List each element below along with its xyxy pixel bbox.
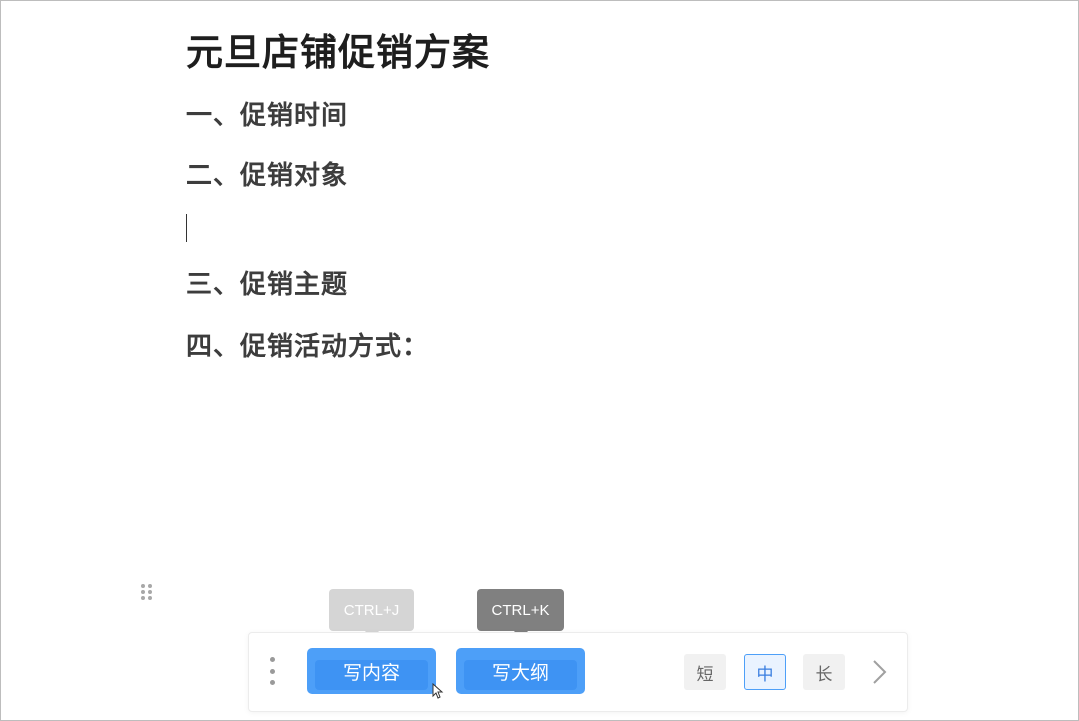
heading-promotion-theme[interactable]: 三、促销主题 [186, 268, 348, 302]
write-content-label: 写内容 [342, 661, 400, 684]
drag-handle-icon[interactable] [141, 584, 153, 600]
tooltip-ctrl-k: CTRL+K [477, 589, 564, 639]
length-short-button[interactable]: 短 [684, 654, 726, 690]
heading-promotion-target[interactable]: 二、促销对象 [186, 159, 348, 193]
length-medium-button[interactable]: 中 [744, 654, 786, 690]
mouse-cursor-icon [432, 682, 444, 699]
heading-promotion-time[interactable]: 一、促销时间 [186, 99, 348, 133]
tooltip-ctrl-j: CTRL+J [329, 589, 414, 639]
vertical-dots-icon[interactable] [268, 657, 276, 685]
write-outline-label: 写大纲 [491, 661, 549, 684]
text-caret [186, 214, 187, 242]
length-long-button[interactable]: 长 [803, 654, 845, 690]
write-content-button[interactable]: 写内容 [307, 648, 436, 694]
heading-promotion-method[interactable]: 四、促销活动方式： [186, 330, 429, 364]
chevron-right-icon[interactable] [868, 658, 890, 686]
write-outline-button[interactable]: 写大纲 [456, 648, 585, 694]
document-title[interactable]: 元旦店铺促销方案 [186, 30, 490, 76]
